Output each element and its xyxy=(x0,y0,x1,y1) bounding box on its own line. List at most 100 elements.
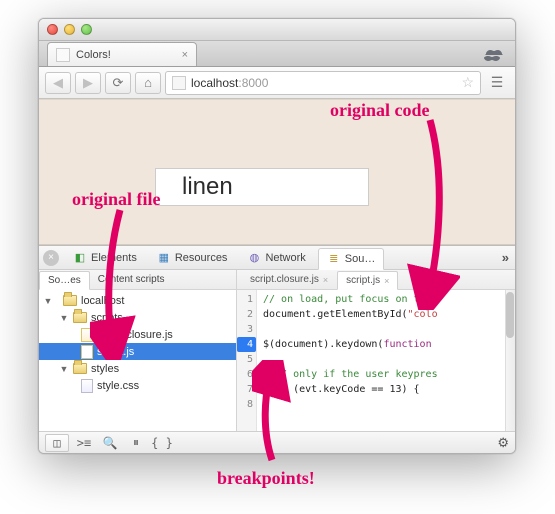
editor-tab-closure[interactable]: script.closure.js × xyxy=(241,270,337,289)
omnibox[interactable]: localhost:8000 ☆ xyxy=(165,71,481,95)
page-viewport: linen xyxy=(39,99,515,245)
line-number[interactable]: 8 xyxy=(237,397,253,412)
sidebar-tab-sources[interactable]: So…es xyxy=(39,271,90,290)
page-icon xyxy=(172,76,186,90)
console-toggle-button[interactable]: >≡ xyxy=(73,434,95,452)
settings-gear-icon[interactable]: ⚙ xyxy=(497,435,509,451)
editor-pane: script.closure.js × script.js × 1 2 3 4 5 … xyxy=(237,270,515,431)
forward-button[interactable]: ▶ xyxy=(75,72,101,94)
devtools-footer: ◫ >≡ 🔍 ⏸ { } ⚙ xyxy=(39,431,515,453)
js-file-icon xyxy=(81,328,93,342)
tree-file-script[interactable]: script.js xyxy=(39,343,236,360)
css-file-icon xyxy=(81,379,93,393)
tab-elements-label: Elements xyxy=(91,252,137,264)
tab-network-label: Network xyxy=(265,252,305,264)
window-minimize-button[interactable] xyxy=(64,24,75,35)
code-content[interactable]: // on load, put focus on the document.ge… xyxy=(257,290,515,431)
line-number[interactable]: 3 xyxy=(237,322,253,337)
tree-host[interactable]: ▼localhost xyxy=(39,292,236,309)
file-tree: ▼localhost ▼scripts script.closure.js sc… xyxy=(39,290,236,431)
line-number[interactable]: 1 xyxy=(237,292,253,307)
pretty-print-button[interactable]: { } xyxy=(151,434,173,452)
code-token: "colo xyxy=(408,309,438,320)
tree-host-label: localhost xyxy=(81,295,124,307)
reload-button[interactable]: ⟳ xyxy=(105,72,131,94)
folder-icon xyxy=(73,363,87,374)
tab-resources-label: Resources xyxy=(175,252,228,264)
url-host: localhost xyxy=(191,76,238,90)
window-zoom-button[interactable] xyxy=(81,24,92,35)
browser-tab[interactable]: Colors! × xyxy=(47,42,197,66)
code-editor[interactable]: 1 2 3 4 5 6 7 8 // on load, put focus on… xyxy=(237,290,515,431)
editor-tab-script-label: script.js xyxy=(346,275,380,286)
browser-toolbar: ◀ ▶ ⟳ ⌂ localhost:8000 ☆ ☰ xyxy=(39,67,515,99)
editor-tab-script[interactable]: script.js × xyxy=(337,271,398,290)
tree-css-label: style.css xyxy=(97,380,139,392)
tab-resources[interactable]: ▦ Resources xyxy=(149,248,236,268)
url-port: :8000 xyxy=(238,76,268,90)
breakpoint-marker[interactable]: 4 xyxy=(237,337,256,352)
tab-title: Colors! xyxy=(76,49,111,61)
tree-file-closure[interactable]: script.closure.js xyxy=(39,326,236,343)
devtools: × ◧Elements ▦Resources ◍Network ≣Sou… » … xyxy=(39,245,515,453)
dock-button[interactable]: ◫ xyxy=(45,434,69,452)
tab-favicon xyxy=(56,48,70,62)
devtools-tabbar: × ◧ Elements ▦ Resources ◍ Network ≣Sou… » xyxy=(39,246,515,270)
tree-styles-label: styles xyxy=(91,363,119,375)
code-token: .getElementById( xyxy=(311,309,407,320)
url-text: localhost:8000 xyxy=(191,76,268,90)
code-token: ) { xyxy=(402,384,420,395)
browser-window: Colors! × ◀ ▶ ⟳ ⌂ localhost:8000 ☆ ☰ lin… xyxy=(38,18,516,454)
devtools-body: So…es Content scripts ▼localhost ▼script… xyxy=(39,270,515,431)
editor-tabs: script.closure.js × script.js × xyxy=(237,270,515,290)
elements-icon: ◧ xyxy=(73,251,87,265)
incognito-icon xyxy=(481,46,509,66)
tree-folder-scripts[interactable]: ▼scripts xyxy=(39,309,236,326)
close-icon[interactable]: × xyxy=(323,275,328,285)
line-number[interactable]: 5 xyxy=(237,352,253,367)
devtools-close-button[interactable]: × xyxy=(43,250,59,266)
line-number[interactable]: 6 xyxy=(237,367,253,382)
sidebar-tab-content-scripts[interactable]: Content scripts xyxy=(90,271,173,288)
code-line: // only if the user keypres xyxy=(263,369,438,380)
code-token: ).keydown( xyxy=(323,339,383,350)
sidebar-tabs: So…es Content scripts xyxy=(39,270,236,290)
search-icon[interactable]: 🔍 xyxy=(99,434,121,452)
line-number[interactable]: 7 xyxy=(237,382,253,397)
bookmark-star-icon[interactable]: ☆ xyxy=(461,74,474,91)
sources-sidebar: So…es Content scripts ▼localhost ▼script… xyxy=(39,270,237,431)
scrollbar-thumb[interactable] xyxy=(506,292,514,338)
code-token: (evt.keyCode == xyxy=(287,384,389,395)
tree-file-css[interactable]: style.css xyxy=(39,377,236,394)
vertical-scrollbar[interactable] xyxy=(505,290,515,431)
devtools-overflow-icon[interactable]: » xyxy=(502,250,509,265)
color-input[interactable]: linen xyxy=(155,168,369,206)
js-file-icon xyxy=(81,345,93,359)
annotation-breakpoints: breakpoints! xyxy=(217,468,315,489)
tab-elements[interactable]: ◧ Elements xyxy=(65,248,145,268)
tab-network[interactable]: ◍ Network xyxy=(239,248,313,268)
folder-icon xyxy=(63,295,77,306)
code-token: function xyxy=(383,339,431,350)
tab-sources-label: Sou… xyxy=(345,253,376,265)
chrome-menu-button[interactable]: ☰ xyxy=(485,74,509,91)
folder-icon xyxy=(73,312,87,323)
line-number[interactable]: 2 xyxy=(237,307,253,322)
titlebar xyxy=(39,19,515,41)
code-token: document xyxy=(263,309,311,320)
tree-folder-styles[interactable]: ▼styles xyxy=(39,360,236,377)
back-button[interactable]: ◀ xyxy=(45,72,71,94)
network-icon: ◍ xyxy=(247,251,261,265)
resources-icon: ▦ xyxy=(157,251,171,265)
window-close-button[interactable] xyxy=(47,24,58,35)
code-token: document xyxy=(275,339,323,350)
close-icon[interactable]: × xyxy=(384,276,389,286)
tab-close-icon[interactable]: × xyxy=(182,49,188,61)
editor-tab-closure-label: script.closure.js xyxy=(250,274,319,285)
home-button[interactable]: ⌂ xyxy=(135,72,161,94)
tab-sources[interactable]: ≣Sou… xyxy=(318,248,385,270)
tab-strip: Colors! × xyxy=(39,41,515,67)
sidebar-tab-sources-label: So…es xyxy=(48,275,81,286)
pause-button[interactable]: ⏸ xyxy=(125,434,147,452)
line-gutter[interactable]: 1 2 3 4 5 6 7 8 xyxy=(237,290,257,431)
